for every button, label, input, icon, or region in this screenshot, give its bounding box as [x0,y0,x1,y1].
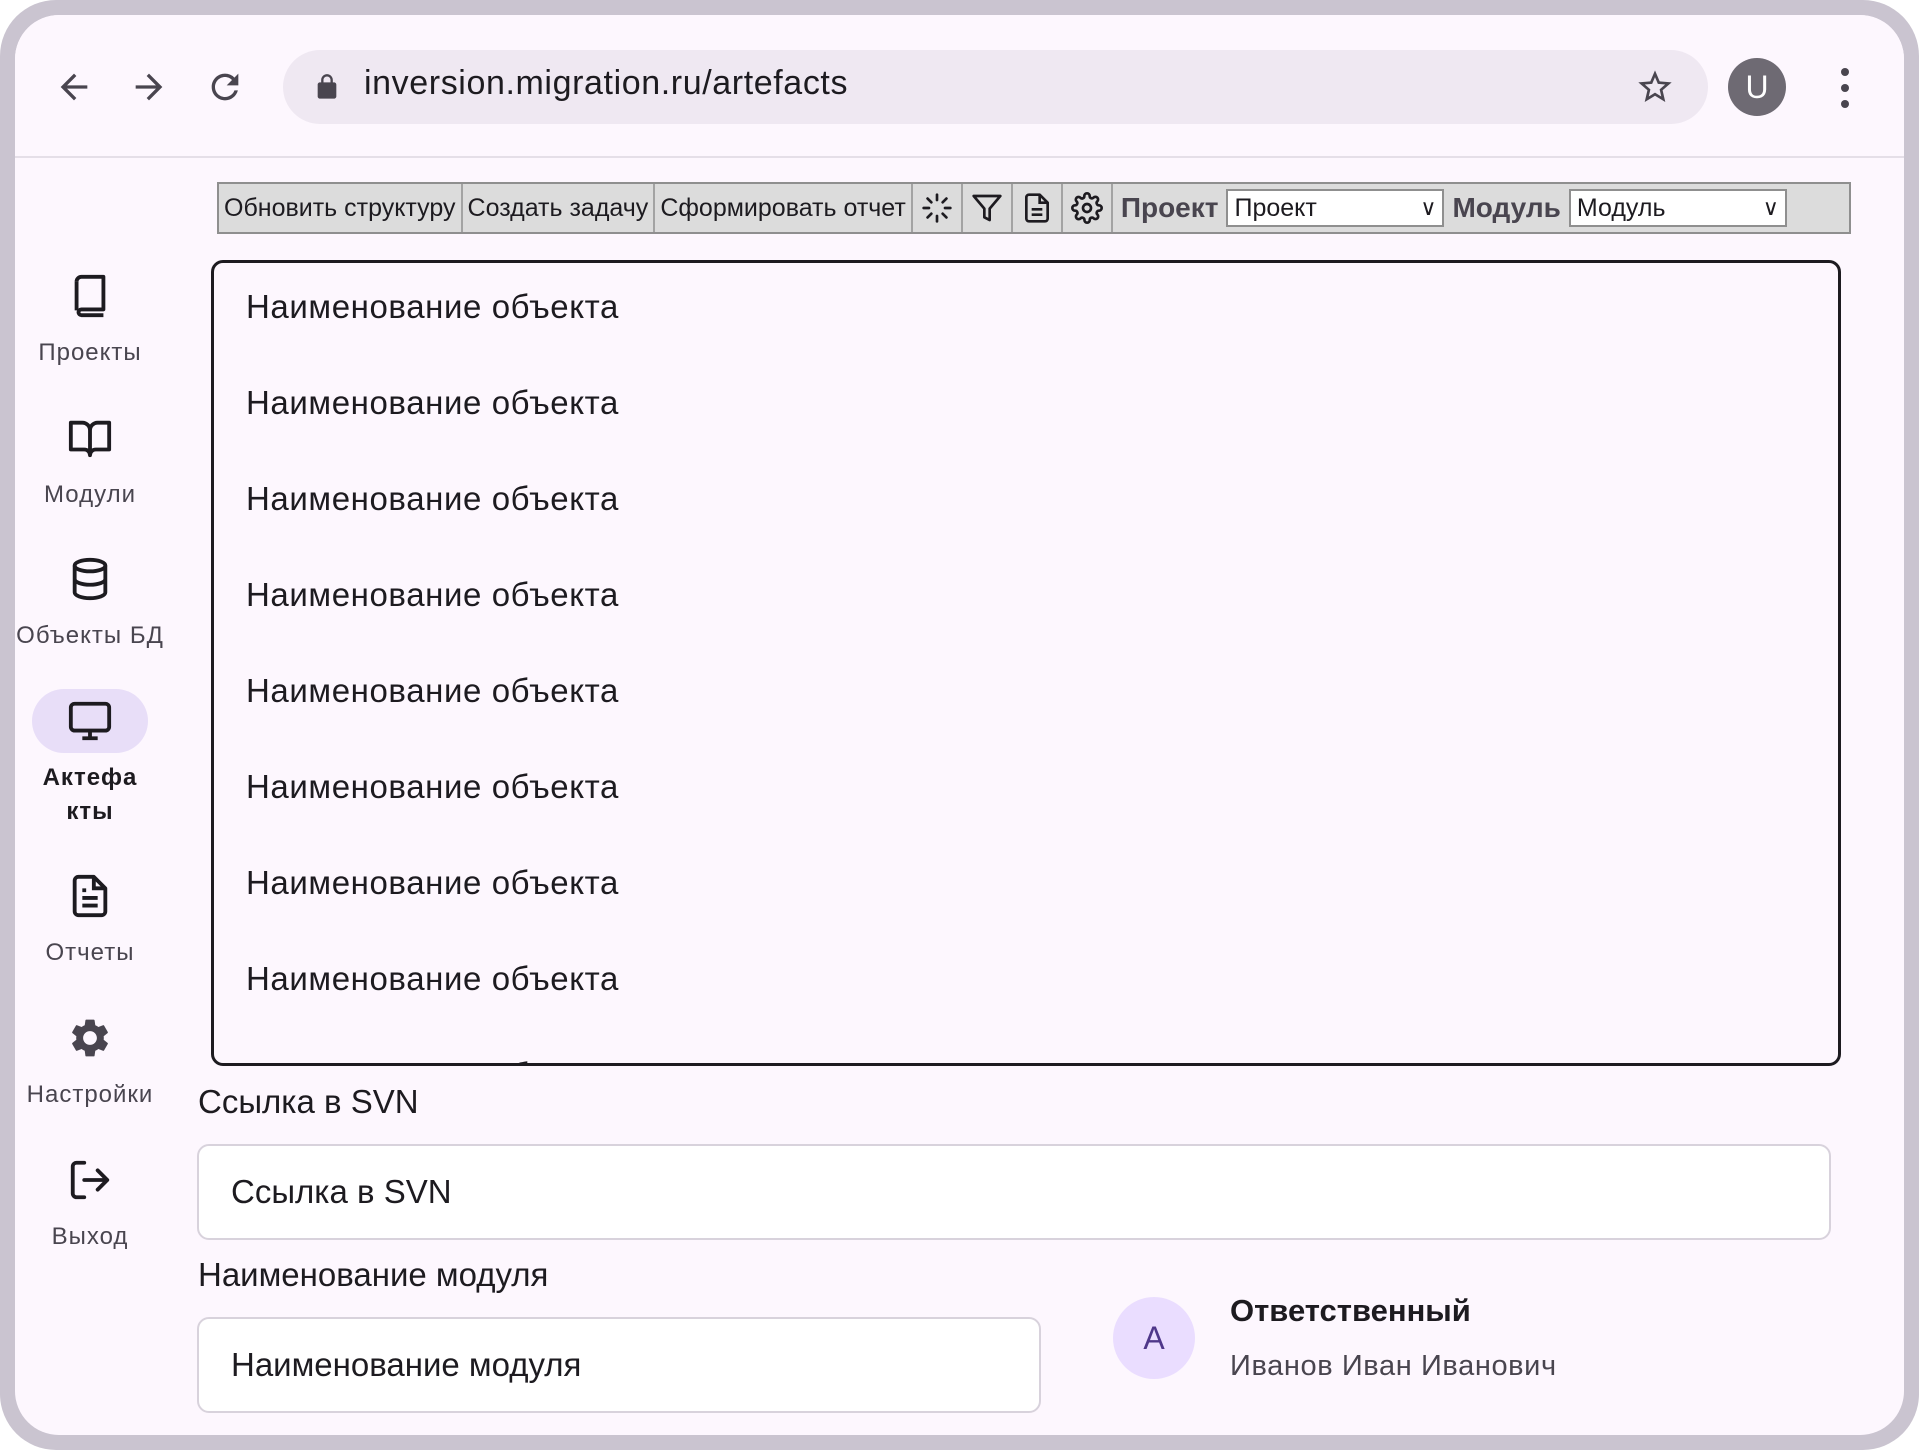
sidebar-item-settings[interactable]: Настройки [15,1006,165,1112]
module-select[interactable]: Модуль ∨ [1568,189,1787,227]
reload-icon[interactable] [203,65,247,109]
sidebar-item-label: Проекты [38,339,142,366]
more-vert-icon[interactable] [1835,67,1855,109]
sidebar-item-db-objects[interactable]: Объекты БД [15,547,165,653]
sidebar-item-projects[interactable]: Проекты [15,264,165,370]
book-icon [32,264,148,328]
responsible-name: Иванов Иван Иванович [1230,1350,1557,1382]
document-icon [32,864,148,928]
sidebar-item-logout[interactable]: Выход [15,1148,165,1254]
sidebar-item-label: Актефакты [42,764,138,825]
object-list[interactable]: Наименование объекта Наименование объект… [211,260,1841,1066]
sidebar-item-reports[interactable]: Отчеты [15,864,165,970]
responsible-avatar: A [1113,1297,1195,1379]
back-arrow-icon[interactable] [52,65,96,109]
address-bar[interactable]: inversion.migration.ru/artefacts [283,50,1708,124]
chevron-down-icon: ∨ [1762,195,1779,220]
list-item[interactable]: Наименование объекта [246,672,619,710]
list-item[interactable]: Наименование объекта [246,288,619,326]
sidebar-item-label: Отчеты [45,939,135,966]
list-item[interactable]: Наименование объекта [246,960,619,998]
forward-arrow-icon[interactable] [127,65,171,109]
sidebar-item-label: Настройки [26,1081,154,1108]
url-text[interactable]: inversion.migration.ru/artefacts [364,64,848,103]
list-item[interactable]: Наименование объекта [246,1056,619,1063]
module-name-input[interactable] [231,1346,1039,1384]
device: inversion.migration.ru/artefacts U Проек… [0,0,1919,1450]
logout-icon [32,1148,148,1212]
action-toolbar: Обновить структуру Создать задачу Сформи… [217,182,1851,234]
sidebar-item-label: Объекты БД [16,622,164,649]
browser-toolbar: inversion.migration.ru/artefacts U [15,15,1904,158]
project-select-value: Проект [1234,193,1317,222]
profile-avatar[interactable]: U [1728,58,1786,116]
module-select-value: Модуль [1576,193,1666,222]
chevron-down-icon: ∨ [1420,195,1437,220]
sidebar-item-label: Модули [44,481,136,508]
module-filter-label: Модуль [1452,192,1561,223]
svn-link-label: Ссылка в SVN [198,1083,419,1120]
gear-icon [32,1006,148,1070]
svn-link-field[interactable] [197,1144,1831,1240]
responsible-title: Ответственный [1230,1293,1471,1328]
lock-icon [317,74,337,99]
generate-report-button[interactable]: Сформировать отчет [655,184,913,232]
sidebar: Проекты Модули Объекты БД Актефакты Отче… [15,158,165,1435]
sidebar-item-artefacts[interactable]: Актефакты [15,689,165,829]
module-name-field[interactable] [197,1317,1041,1413]
create-task-button[interactable]: Создать задачу [462,184,656,232]
svn-link-input[interactable] [231,1173,1829,1211]
project-select[interactable]: Проект ∨ [1226,189,1445,227]
sidebar-item-modules[interactable]: Модули [15,406,165,512]
project-filter-label: Проект [1120,192,1219,223]
monitor-icon [32,689,148,753]
loading-icon[interactable] [912,184,963,232]
settings-icon[interactable] [1062,184,1113,232]
star-icon[interactable] [1635,67,1675,107]
filter-icon[interactable] [962,184,1013,232]
open-book-icon [32,406,148,470]
list-item[interactable]: Наименование объекта [246,480,619,518]
document-icon[interactable] [1012,184,1063,232]
list-item[interactable]: Наименование объекта [246,576,619,614]
list-item[interactable]: Наименование объекта [246,768,619,806]
sidebar-item-label: Выход [51,1223,129,1250]
list-item[interactable]: Наименование объекта [246,864,619,902]
refresh-structure-button[interactable]: Обновить структуру [219,184,463,232]
module-name-label: Наименование модуля [198,1256,549,1293]
list-item[interactable]: Наименование объекта [246,384,619,422]
screen: inversion.migration.ru/artefacts U Проек… [15,15,1904,1435]
database-icon [32,547,148,611]
